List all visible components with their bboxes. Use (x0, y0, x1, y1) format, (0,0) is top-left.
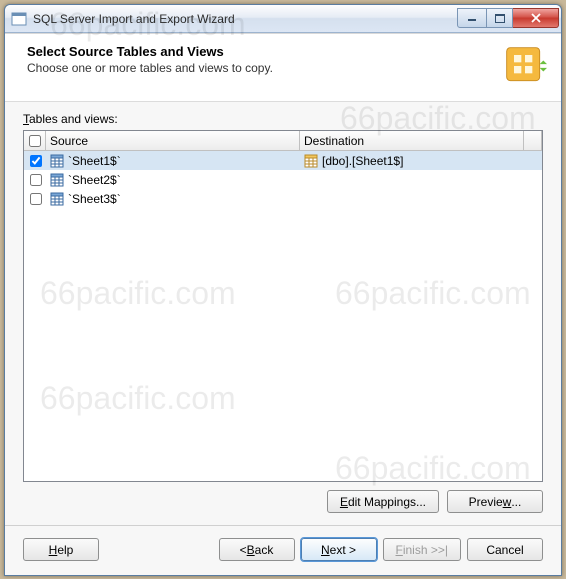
source-name: `Sheet2$` (68, 173, 121, 187)
wizard-window: SQL Server Import and Export Wizard Sele… (4, 4, 562, 576)
maximize-button[interactable] (487, 8, 513, 28)
edit-mappings-button[interactable]: Edit Mappings... (327, 490, 439, 513)
col-header-source[interactable]: Source (46, 131, 300, 150)
minimize-button[interactable] (457, 8, 487, 28)
row-checkbox-cell[interactable] (24, 170, 46, 189)
row-checkbox[interactable] (30, 193, 42, 205)
back-button[interactable]: < Back (219, 538, 295, 561)
source-name: `Sheet3$` (68, 192, 121, 206)
next-button[interactable]: Next > (301, 538, 377, 561)
help-button[interactable]: Help (23, 538, 99, 561)
destination-cell[interactable] (300, 170, 542, 189)
source-name: `Sheet1$` (68, 154, 121, 168)
page-subtitle: Choose one or more tables and views to c… (27, 61, 273, 75)
wizard-header: Select Source Tables and Views Choose on… (5, 34, 561, 102)
wizard-footer: Help < Back Next > Finish >>| Cancel (5, 534, 561, 575)
source-cell[interactable]: `Sheet1$` (46, 151, 300, 170)
grid-body[interactable]: `Sheet1$` [dbo].[Sheet1$] `Sheet2$` `Sheet3… (24, 151, 542, 481)
destination-cell[interactable] (300, 189, 542, 208)
table-row[interactable]: `Sheet3$` (24, 189, 542, 208)
source-cell[interactable]: `Sheet3$` (46, 189, 300, 208)
row-checkbox[interactable] (30, 174, 42, 186)
close-button[interactable] (513, 8, 559, 28)
grid-header: Source Destination (24, 131, 542, 151)
header-icon (503, 44, 547, 91)
preview-button[interactable]: Preview... (447, 490, 543, 513)
titlebar[interactable]: SQL Server Import and Export Wizard (5, 5, 561, 33)
row-checkbox[interactable] (30, 155, 42, 167)
destination-cell[interactable]: [dbo].[Sheet1$] (300, 151, 542, 170)
select-all-checkbox[interactable] (29, 135, 41, 147)
col-header-checkbox[interactable] (24, 131, 46, 150)
row-checkbox-cell[interactable] (24, 189, 46, 208)
grid-label: Tables and views: (23, 112, 543, 126)
source-cell[interactable]: `Sheet2$` (46, 170, 300, 189)
tables-grid[interactable]: Source Destination `Sheet1$` [dbo].[Sheet… (23, 130, 543, 482)
page-title: Select Source Tables and Views (27, 44, 273, 59)
table-row[interactable]: `Sheet1$` [dbo].[Sheet1$] (24, 151, 542, 170)
row-checkbox-cell[interactable] (24, 151, 46, 170)
client-area: Select Source Tables and Views Choose on… (5, 33, 561, 575)
col-header-destination[interactable]: Destination (300, 131, 524, 150)
destination-name: [dbo].[Sheet1$] (322, 154, 403, 168)
app-icon (11, 11, 27, 27)
finish-button[interactable]: Finish >>| (383, 538, 462, 561)
cancel-button[interactable]: Cancel (467, 538, 543, 561)
window-title: SQL Server Import and Export Wizard (33, 12, 457, 26)
footer-separator (5, 525, 561, 526)
table-row[interactable]: `Sheet2$` (24, 170, 542, 189)
